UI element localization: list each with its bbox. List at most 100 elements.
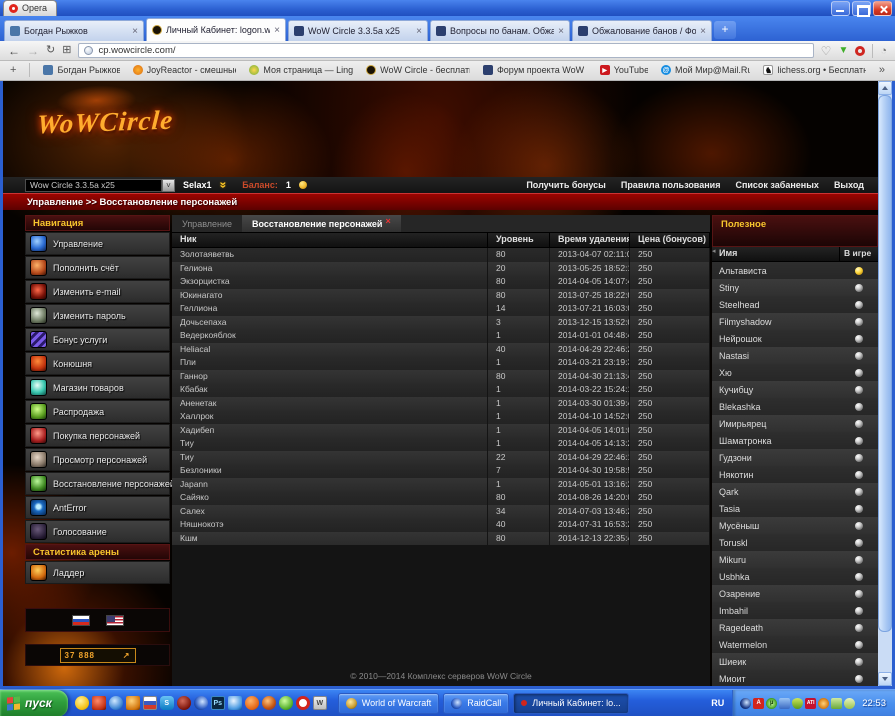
maximize-button[interactable] [852,1,871,16]
nav-item-ladder[interactable]: Ладдер [25,561,170,584]
account-link[interactable]: Выход [834,180,864,190]
browser-tab[interactable]: Вопросы по банам. Обжал × [430,20,570,41]
account-link[interactable]: Список забаненых [735,180,818,190]
chevron-down-icon[interactable]: ˅ [162,179,175,192]
quick-launch-icon[interactable] [75,696,89,710]
close-button[interactable] [873,1,892,16]
minimize-button[interactable] [831,1,850,16]
start-button[interactable]: пуск [0,690,68,716]
quick-launch-icon[interactable] [279,696,293,710]
friend-name[interactable]: Imbahil [712,606,840,616]
friend-name[interactable]: Ragedeath [712,623,840,633]
content-tab[interactable]: Восстановление персонажей × [242,215,401,232]
server-select[interactable]: Wow Circle 3.3.5a x25 ˅ [25,179,175,192]
friend-name[interactable]: Blekashka [712,402,840,412]
quick-launch-icon[interactable] [296,696,310,710]
quick-launch-icon[interactable]: Ps [211,696,225,710]
task-button[interactable]: World of Warcraft [338,693,440,714]
bookmark-item[interactable]: ♞ lichess.org • Бесплатн [763,65,865,75]
browser-tab[interactable]: Обжалование банов / Фор × [572,20,712,41]
nav-item[interactable]: Изменить пароль [25,304,170,327]
character-row[interactable]: Пли 1 2014-03-21 23:19:32 250 [172,356,710,370]
nav-item[interactable]: Изменить e-mail [25,280,170,303]
account-link[interactable]: Получить бонусы [526,180,606,190]
tray-icon[interactable] [818,698,829,709]
character-row[interactable]: Безлоники 7 2014-04-30 19:58:52 250 [172,464,710,478]
bookmark-item[interactable]: @ Мой Мир@Mail.Ru [661,65,750,75]
quick-launch-icon[interactable] [126,696,140,710]
nav-item[interactable]: Покупка персонажей [25,424,170,447]
friend-name[interactable]: Шиеик [712,657,840,667]
character-row[interactable]: Экзорцистка 80 2014-04-05 14:07:47 250 [172,275,710,289]
nav-item[interactable]: Распродажа [25,400,170,423]
character-row[interactable]: Аненетак 1 2014-03-30 01:39:49 250 [172,397,710,411]
tab-close-icon[interactable]: × [274,26,280,35]
tray-icon[interactable] [779,698,790,709]
opera-menu-button[interactable]: Opera [3,0,57,16]
nav-item[interactable]: Голосование [25,520,170,543]
nav-item[interactable]: AntError [25,496,170,519]
wowcircle-logo[interactable]: WoWCircle [36,105,175,141]
panel-collapse-icon[interactable]: ◂ [712,247,716,255]
friend-name[interactable]: Миоит [712,674,840,684]
friend-name[interactable]: Stiny [712,283,840,293]
history-panel-icon[interactable]: ◔ [880,45,887,57]
tray-icon[interactable]: ATI [805,698,816,709]
forward-icon[interactable]: → [27,45,39,57]
quick-launch-icon[interactable] [143,696,157,710]
russian-flag-icon[interactable] [72,615,90,626]
character-row[interactable]: Кшм 80 2014-12-13 22:35:43 250 [172,532,710,546]
scrollbar-thumb[interactable] [878,95,892,632]
character-row[interactable]: Japann 1 2014-05-01 13:16:22 250 [172,478,710,492]
bookmarks-overflow-icon[interactable]: » [879,64,885,76]
character-row[interactable]: Дочьсепаха 3 2013-12-15 13:52:06 250 [172,316,710,330]
nav-item[interactable]: Восстановление персонажей [25,472,170,495]
character-row[interactable]: Ведеркояблок 1 2014-01-01 04:48:45 250 [172,329,710,343]
speed-dial-icon[interactable]: ⊞ [62,45,71,56]
add-bookmark-icon[interactable]: + [10,64,16,76]
usa-flag-icon[interactable] [106,615,124,626]
friend-name[interactable]: Steelhead [712,300,840,310]
tab-close-icon[interactable]: × [558,27,564,36]
bookmark-item[interactable]: Моя страница — Lingu [249,65,353,75]
nav-item[interactable]: Конюшня [25,352,170,375]
friend-name[interactable]: Мусёныш [712,521,840,531]
nav-item[interactable]: Пополнить счёт [25,256,170,279]
character-row[interactable]: Золотаяветвь 80 2013-04-07 02:11:05 250 [172,248,710,262]
character-row[interactable]: Хадибеп 1 2014-04-05 14:01:04 250 [172,424,710,438]
browser-scrollbar[interactable] [878,81,892,686]
character-row[interactable]: Няшнокотэ 40 2014-07-31 16:53:27 250 [172,518,710,532]
nav-item[interactable]: Бонус услуги [25,328,170,351]
tray-icon[interactable] [740,698,751,709]
content-tab[interactable]: Управление × [172,215,242,232]
nav-item[interactable]: Просмотр персонажей [25,448,170,471]
scrollbar-track[interactable] [878,95,892,672]
bookmark-item[interactable]: Форум проекта WoW C [483,65,587,75]
bookmark-item[interactable]: Богдан Рыжков [43,65,119,75]
friend-name[interactable]: Mikuru [712,555,840,565]
quick-launch-icon[interactable] [177,696,191,710]
character-row[interactable]: Геллиона 14 2013-07-21 16:03:04 250 [172,302,710,316]
character-row[interactable]: Сайяко 80 2014-08-26 14:20:06 250 [172,491,710,505]
tab-close-icon[interactable]: × [132,27,138,36]
character-row[interactable]: Халлрок 1 2014-04-10 14:52:00 250 [172,410,710,424]
browser-tab[interactable]: Богдан Рыжков × [4,20,144,41]
friend-name[interactable]: Хю [712,368,840,378]
friend-name[interactable]: Usbhka [712,572,840,582]
friend-name[interactable]: Имирьярец [712,419,840,429]
opera-offroad-icon[interactable] [855,46,865,56]
friend-name[interactable]: Озарение [712,589,840,599]
tray-icon[interactable]: A [753,698,764,709]
visitor-counter-banner[interactable]: 37 888 ↗ [60,648,136,663]
reload-icon[interactable]: ↻ [46,45,55,56]
tray-icon[interactable] [792,698,803,709]
friend-name[interactable]: Tasia [712,504,840,514]
quick-launch-icon[interactable] [228,696,242,710]
bookmark-item[interactable]: JoyReactor - смешные [133,65,237,75]
character-row[interactable]: Тиу 22 2014-04-29 22:46:12 250 [172,451,710,465]
character-row[interactable]: Салех 34 2014-07-03 13:46:21 250 [172,505,710,519]
tab-close-icon[interactable]: × [416,27,422,36]
tab-close-icon[interactable]: × [700,27,706,36]
scroll-up-icon[interactable] [878,81,892,95]
character-row[interactable]: Юкинагато 80 2013-07-25 18:22:03 250 [172,289,710,303]
